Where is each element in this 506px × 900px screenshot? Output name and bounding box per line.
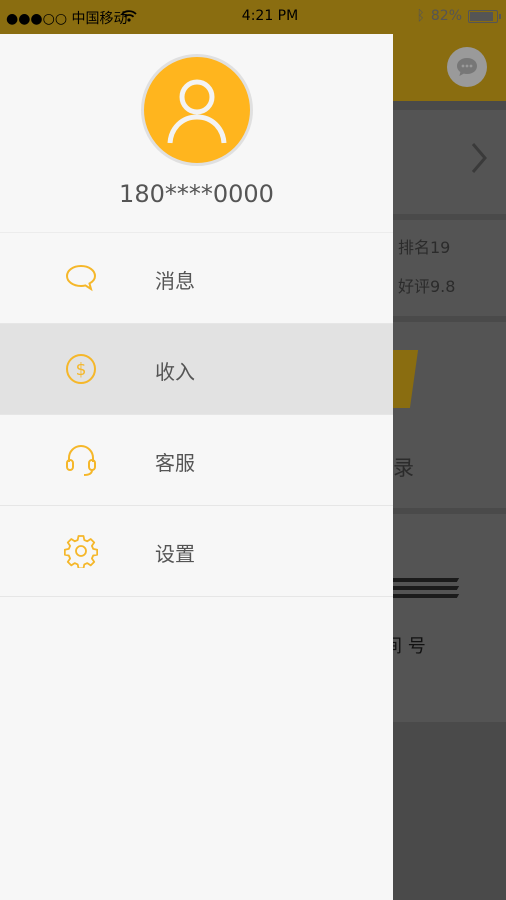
chat-icon	[457, 58, 477, 76]
menu-item-label: 设置	[155, 542, 195, 566]
background-record-text: 录	[393, 456, 414, 480]
status-right: ᛒ 82%	[416, 8, 501, 24]
bluetooth-icon: ᛒ	[416, 8, 425, 24]
chat-bubble-icon	[65, 264, 97, 292]
background-rating: 好评9.8	[398, 277, 456, 296]
background-rank: 排名19	[398, 238, 451, 257]
dollar-coin-icon: $	[66, 354, 96, 384]
user-icon	[167, 79, 227, 144]
menu-item-label: 收入	[155, 360, 195, 384]
drawer-menu: 消息 $ 收入 客服 设置	[0, 233, 393, 597]
battery-percent: 82%	[430, 8, 462, 24]
menu-item-label: 客服	[155, 451, 195, 475]
user-phone: 180****0000	[119, 180, 274, 208]
background-chat-button	[447, 47, 487, 87]
svg-text:$: $	[76, 360, 87, 380]
gear-icon	[64, 535, 98, 568]
headset-icon	[66, 445, 96, 476]
menu-item-income[interactable]: $ 收入	[0, 324, 393, 415]
background-stripes-graphic	[382, 578, 460, 606]
menu-item-label: 消息	[155, 269, 195, 293]
status-bar: ●●●○○ 中国移动 4:21 PM ᛒ 82%	[0, 0, 506, 34]
chevron-right-icon	[471, 143, 487, 173]
menu-item-customer-service[interactable]: 客服	[0, 415, 393, 506]
menu-item-settings[interactable]: 设置	[0, 506, 393, 597]
side-drawer: 180****0000 消息 $ 收入 客服 设置	[0, 34, 393, 900]
battery-icon	[468, 9, 501, 23]
avatar[interactable]	[141, 54, 253, 166]
menu-item-messages[interactable]: 消息	[0, 233, 393, 324]
